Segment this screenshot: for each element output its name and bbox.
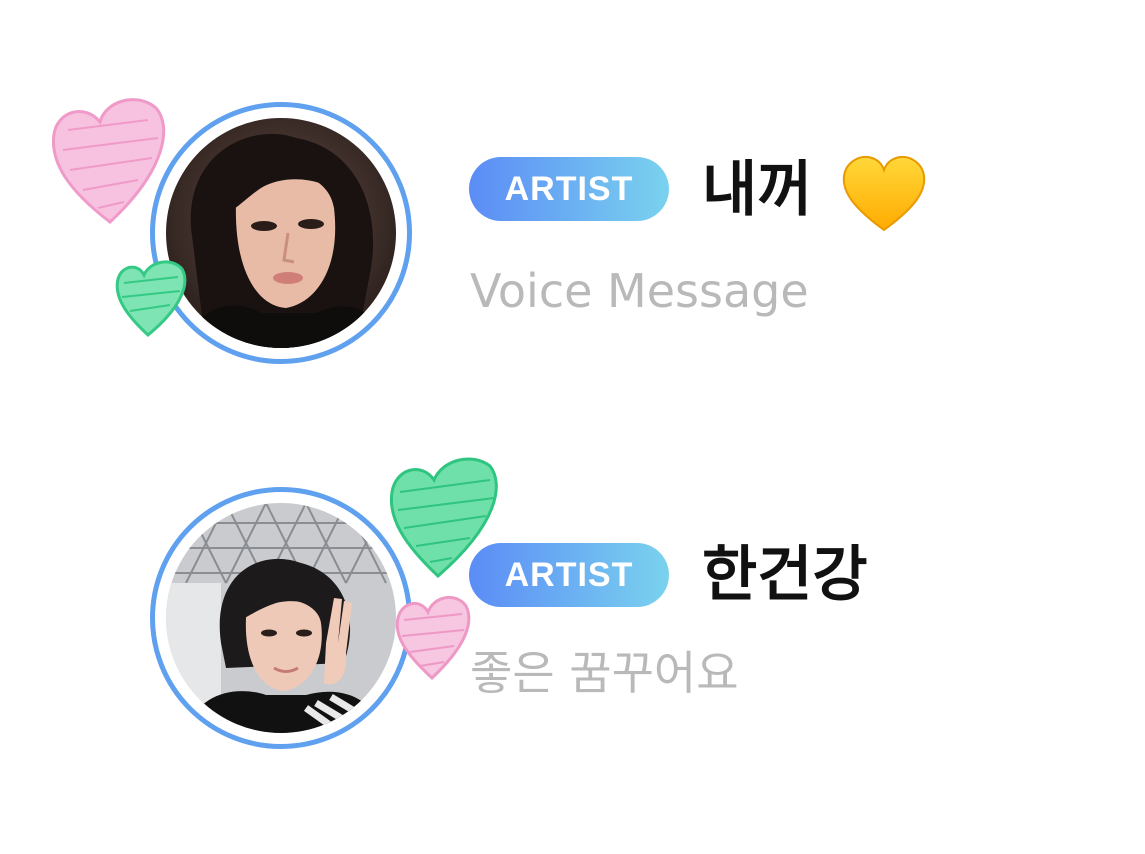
artist-badge-label: ARTIST: [504, 555, 634, 594]
avatar-photo: [166, 503, 396, 733]
chat-preview: 좋은 꿈꾸어요: [470, 650, 739, 696]
chat-name: 한건강: [702, 545, 868, 605]
pink-heart-sticker-icon: [392, 590, 472, 682]
profile-photo-icon: [166, 503, 396, 733]
chat-name-text: 한건강: [702, 540, 868, 610]
chat-preview-text: 좋은 꿈꾸어요: [470, 646, 739, 700]
chat-item[interactable]: ARTIST 한건강 좋은 꿈꾸어요: [0, 0, 1145, 749]
avatar[interactable]: [150, 487, 412, 749]
artist-badge: ARTIST: [469, 543, 669, 607]
